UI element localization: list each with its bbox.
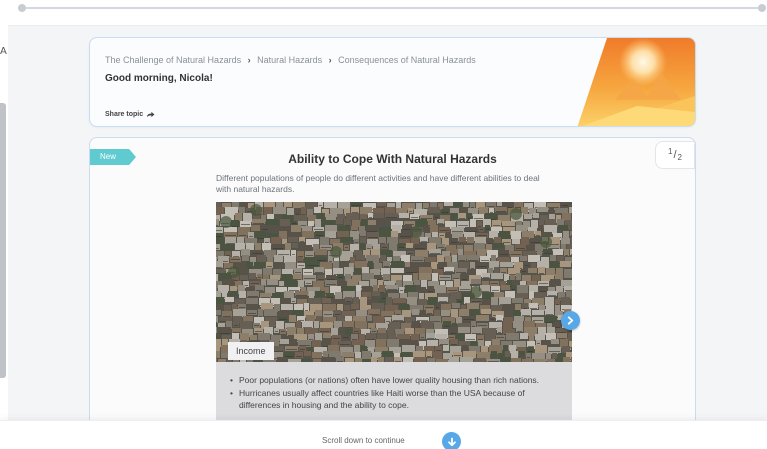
breadcrumb-separator: ›	[328, 55, 332, 65]
breadcrumb-separator: ›	[247, 55, 251, 65]
image-caption-label: Income	[228, 342, 274, 360]
next-slide-button[interactable]	[561, 311, 580, 330]
left-scrollbar[interactable]	[0, 103, 6, 378]
breadcrumb-item[interactable]: The Challenge of Natural Hazards	[105, 55, 241, 65]
arrow-down-icon	[447, 437, 456, 446]
list-item: Poor populations (or nations) often have…	[228, 374, 560, 387]
top-progress-bar	[0, 0, 767, 26]
share-arrow-icon	[147, 111, 155, 118]
share-topic-button[interactable]: Share topic	[105, 111, 155, 118]
lesson-description: Different populations of people do diffe…	[216, 173, 540, 194]
lesson-card: New 1 / 2 Ability to Cope With Natural H…	[89, 137, 696, 427]
progress-start-dot	[18, 4, 26, 12]
favela-photo-illustration	[216, 202, 572, 362]
sidebar-glyph: A	[0, 46, 7, 57]
left-sidebar-edge: A	[0, 0, 8, 449]
list-item: Hurricanes usually affect countries like…	[228, 387, 560, 412]
scroll-down-button[interactable]	[442, 432, 461, 449]
bullet-list: Poor populations (or nations) often have…	[228, 374, 560, 412]
scroll-prompt-text: Scroll down to continue	[322, 436, 405, 445]
info-panel: Poor populations (or nations) often have…	[216, 362, 572, 426]
breadcrumb-item[interactable]: Natural Hazards	[257, 55, 322, 65]
favela-photo	[216, 202, 572, 362]
breadcrumb-item[interactable]: Consequences of Natural Hazards	[338, 55, 476, 65]
chevron-right-icon	[567, 316, 574, 325]
progress-track	[18, 4, 766, 12]
breadcrumb: The Challenge of Natural Hazards › Natur…	[105, 55, 476, 65]
greeting: Good morning, Nicola!	[105, 73, 213, 84]
topic-header-card: The Challenge of Natural Hazards › Natur…	[89, 37, 696, 127]
share-label: Share topic	[105, 111, 144, 118]
progress-end-dot	[758, 4, 766, 12]
lesson-title: Ability to Cope With Natural Hazards	[288, 152, 497, 166]
scroll-prompt-bar: Scroll down to continue	[0, 420, 767, 449]
desert-sun-illustration	[577, 38, 695, 126]
